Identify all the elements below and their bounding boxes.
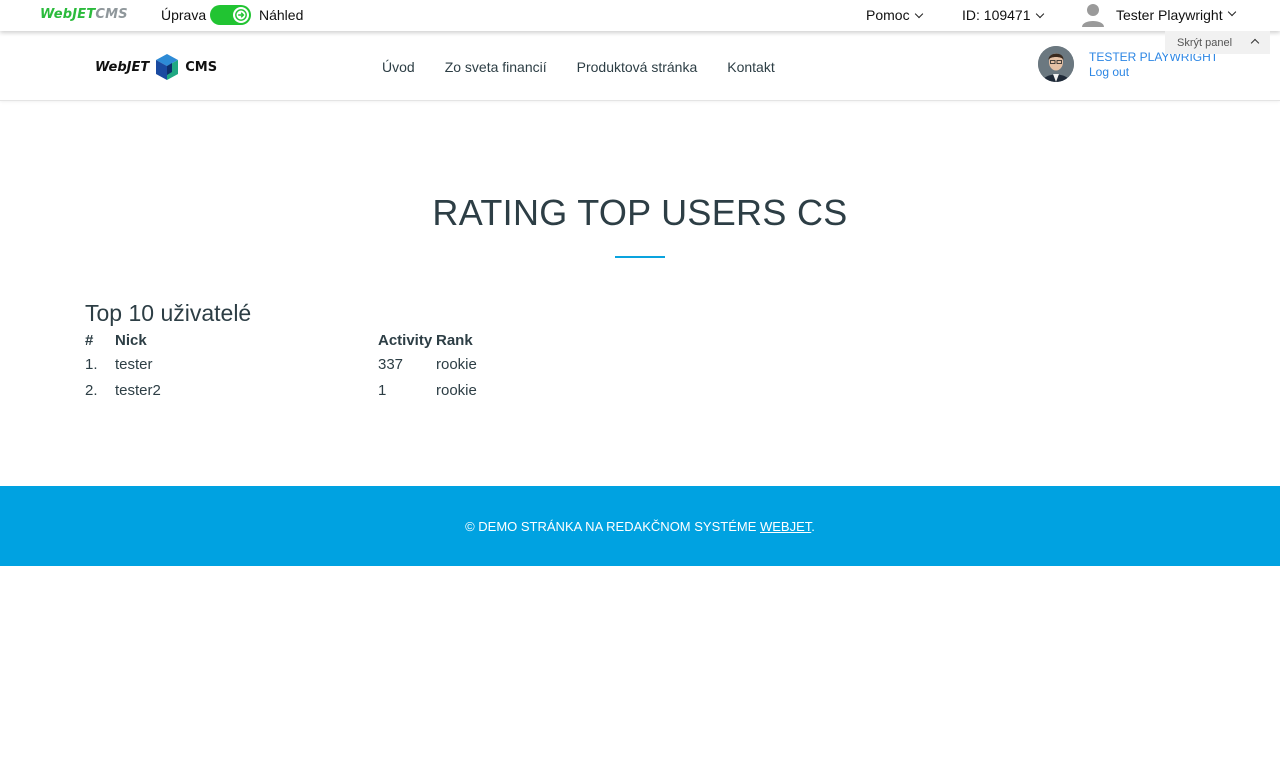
toggle-knob xyxy=(233,7,249,23)
main-navigation: Úvod Zo sveta financií Produktová stránk… xyxy=(382,59,805,75)
doc-id-label: ID: 109471 xyxy=(962,7,1031,23)
profile-text: TESTER PLAYWRIGHT Log out xyxy=(1089,50,1218,80)
section-heading: Top 10 uživatelé xyxy=(85,300,252,326)
logout-link[interactable]: Log out xyxy=(1089,65,1218,80)
chevron-down-icon xyxy=(1227,7,1236,17)
column-header-number: # xyxy=(85,331,94,349)
cell-activity: 1 xyxy=(378,381,387,399)
table-row: 1. tester 337 rookie xyxy=(85,351,496,377)
title-divider xyxy=(615,256,665,258)
footer-webjet-link[interactable]: WEBJET xyxy=(760,519,811,534)
hide-panel-button[interactable]: Skrýt panel xyxy=(1165,31,1270,54)
avatar xyxy=(1038,46,1074,82)
hide-panel-label: Skrýt panel xyxy=(1177,36,1233,49)
site-logo[interactable]: WebJET CMS xyxy=(95,53,217,81)
user-menu[interactable]: Tester Playwright xyxy=(1082,3,1236,27)
chevron-up-icon xyxy=(1250,38,1260,48)
chevron-down-icon xyxy=(1035,9,1044,19)
nav-item-home[interactable]: Úvod xyxy=(382,59,415,75)
table-row: 2. tester2 1 rookie xyxy=(85,377,496,403)
cell-number: 2. xyxy=(85,381,98,399)
table-header-row: # Nick Activity Rank xyxy=(85,329,496,351)
cell-rank: rookie xyxy=(436,355,477,373)
cell-activity: 337 xyxy=(378,355,404,373)
help-menu[interactable]: Pomoc xyxy=(866,7,923,23)
cube-logo-icon xyxy=(156,54,179,80)
footer-copyright: © DEMO STRÁNKA NA REDAKČNOM SYSTÉME xyxy=(465,518,760,534)
site-logo-text1: WebJET xyxy=(95,59,150,75)
cell-number: 1. xyxy=(85,355,98,373)
edit-preview-toggle[interactable] xyxy=(210,5,251,25)
site-footer: © DEMO STRÁNKA NA REDAKČNOM SYSTÉME WEBJ… xyxy=(0,486,1280,566)
chevron-down-icon xyxy=(914,9,923,19)
webjet-admin-logo[interactable]: WebJETCMS xyxy=(40,7,128,22)
user-avatar-icon xyxy=(1082,4,1104,27)
footer-text: © DEMO STRÁNKA NA REDAKČNOM SYSTÉME WEBJ… xyxy=(465,519,815,534)
user-name: Tester Playwright xyxy=(1116,7,1223,23)
cell-rank: rookie xyxy=(436,381,477,399)
cell-nick: tester2 xyxy=(115,381,161,399)
nav-item-product[interactable]: Produktová stránka xyxy=(577,59,698,75)
help-label: Pomoc xyxy=(866,7,910,23)
site-logo-text2: CMS xyxy=(185,59,218,75)
page-title: RATING TOP USERS CS xyxy=(432,192,848,233)
admin-logo-part1: WebJET xyxy=(40,7,96,22)
rating-table: # Nick Activity Rank 1. tester 337 rooki… xyxy=(85,329,496,403)
column-header-rank: Rank xyxy=(436,331,473,349)
cell-nick: tester xyxy=(115,355,153,373)
footer-suffix: . xyxy=(811,518,815,534)
mode-edit-label[interactable]: Úprava xyxy=(161,7,206,23)
site-header: WebJET CMS Úvod Zo sveta financií Produk… xyxy=(0,31,1280,101)
mode-preview-label[interactable]: Náhled xyxy=(259,7,303,23)
admin-toolbar: WebJETCMS Úprava Náhled Pomoc ID: 109471… xyxy=(0,0,1280,31)
nav-item-contact[interactable]: Kontakt xyxy=(727,59,774,75)
arrow-right-icon xyxy=(235,9,247,21)
profile-photo xyxy=(1038,46,1074,82)
nav-item-finance[interactable]: Zo sveta financií xyxy=(445,59,547,75)
admin-logo-part2: CMS xyxy=(95,7,128,22)
column-header-activity: Activity xyxy=(378,331,433,349)
column-header-nick: Nick xyxy=(115,331,147,349)
doc-id-menu[interactable]: ID: 109471 xyxy=(962,7,1044,23)
